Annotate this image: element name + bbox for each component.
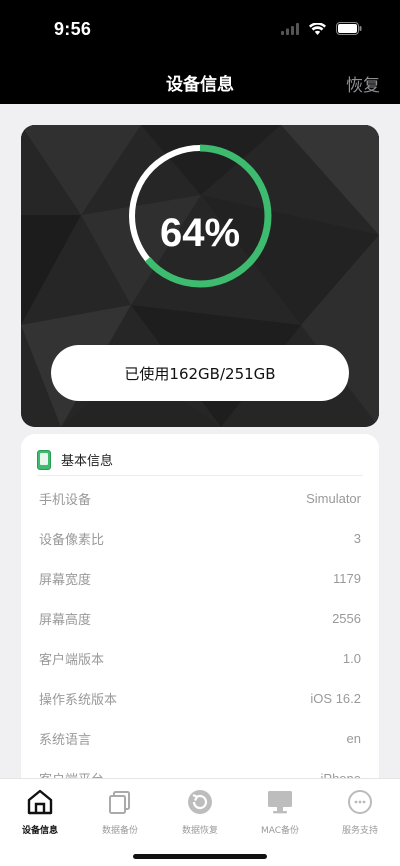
tab-label: MAC备份	[260, 826, 300, 836]
tab-label: 服务支持	[341, 826, 378, 836]
info-row-client-version: 客户端版本 1.0	[39, 638, 361, 678]
tab-data-restore[interactable]: 数据恢复	[160, 787, 240, 843]
support-icon	[345, 787, 375, 817]
tab-bar: 设备信息 数据备份 数据恢复 MAC备份 服务支持	[0, 778, 400, 866]
restore-nav-button[interactable]: 恢复	[346, 71, 380, 96]
info-value: en	[346, 730, 361, 746]
tab-label: 数据恢复	[181, 826, 218, 836]
info-key: 系统语言	[39, 732, 92, 748]
restore-icon	[185, 787, 215, 817]
info-key: 设备像素比	[39, 532, 105, 548]
tab-support[interactable]: 服务支持	[320, 787, 400, 843]
info-row-pixel-ratio: 设备像素比 3	[39, 518, 361, 558]
tab-label: 数据备份	[101, 826, 138, 836]
info-row-language: 系统语言 en	[39, 718, 361, 758]
info-value: Simulator	[306, 490, 361, 506]
storage-card: 64% 已使用162GB/251GB	[21, 125, 379, 427]
info-value: 3	[353, 530, 361, 546]
monitor-icon	[265, 787, 295, 817]
info-key: 屏幕宽度	[39, 572, 92, 588]
copy-icon	[105, 787, 135, 817]
wifi-icon	[309, 22, 326, 35]
status-icons	[281, 22, 362, 35]
signal-icon	[281, 22, 299, 35]
info-key: 屏幕高度	[39, 612, 92, 628]
tab-data-backup[interactable]: 数据备份	[80, 787, 160, 843]
home-icon	[25, 787, 55, 817]
page-title: 设备信息	[166, 75, 234, 95]
tab-label: 设备信息	[21, 826, 58, 836]
battery-icon	[336, 22, 362, 35]
tab-device-info[interactable]: 设备信息	[0, 787, 80, 843]
info-row-device: 手机设备 Simulator	[39, 478, 361, 518]
status-time: 9:56	[54, 19, 92, 39]
storage-usage-pill[interactable]: 已使用162GB/251GB	[51, 345, 349, 401]
basic-info-header: 基本信息	[37, 444, 363, 476]
info-row-os-version: 操作系统版本 iOS 16.2	[39, 678, 361, 718]
info-value: 1179	[333, 570, 361, 586]
info-value: iOS 16.2	[310, 690, 361, 706]
basic-info-title: 基本信息	[61, 454, 114, 469]
nav-bar: 设备信息 恢复	[0, 60, 400, 104]
info-row-screen-height: 屏幕高度 2556	[39, 598, 361, 638]
info-row-screen-width: 屏幕宽度 1179	[39, 558, 361, 598]
home-indicator	[133, 854, 267, 859]
info-key: 客户端版本	[39, 652, 105, 668]
status-bar: 9:56	[0, 0, 400, 60]
storage-percent: 64%	[159, 211, 241, 255]
tab-mac-backup[interactable]: MAC备份	[240, 787, 320, 843]
info-value: 1.0	[342, 650, 361, 666]
info-key: 手机设备	[39, 492, 92, 508]
basic-info-card: 基本信息 手机设备 Simulator 设备像素比 3 屏幕宽度 1179 屏幕…	[21, 434, 379, 794]
info-key: 操作系统版本	[39, 692, 118, 708]
info-value: 2556	[332, 610, 361, 626]
top-bar: 9:56 设备信息 恢复	[0, 0, 400, 104]
phone-icon	[37, 449, 51, 470]
